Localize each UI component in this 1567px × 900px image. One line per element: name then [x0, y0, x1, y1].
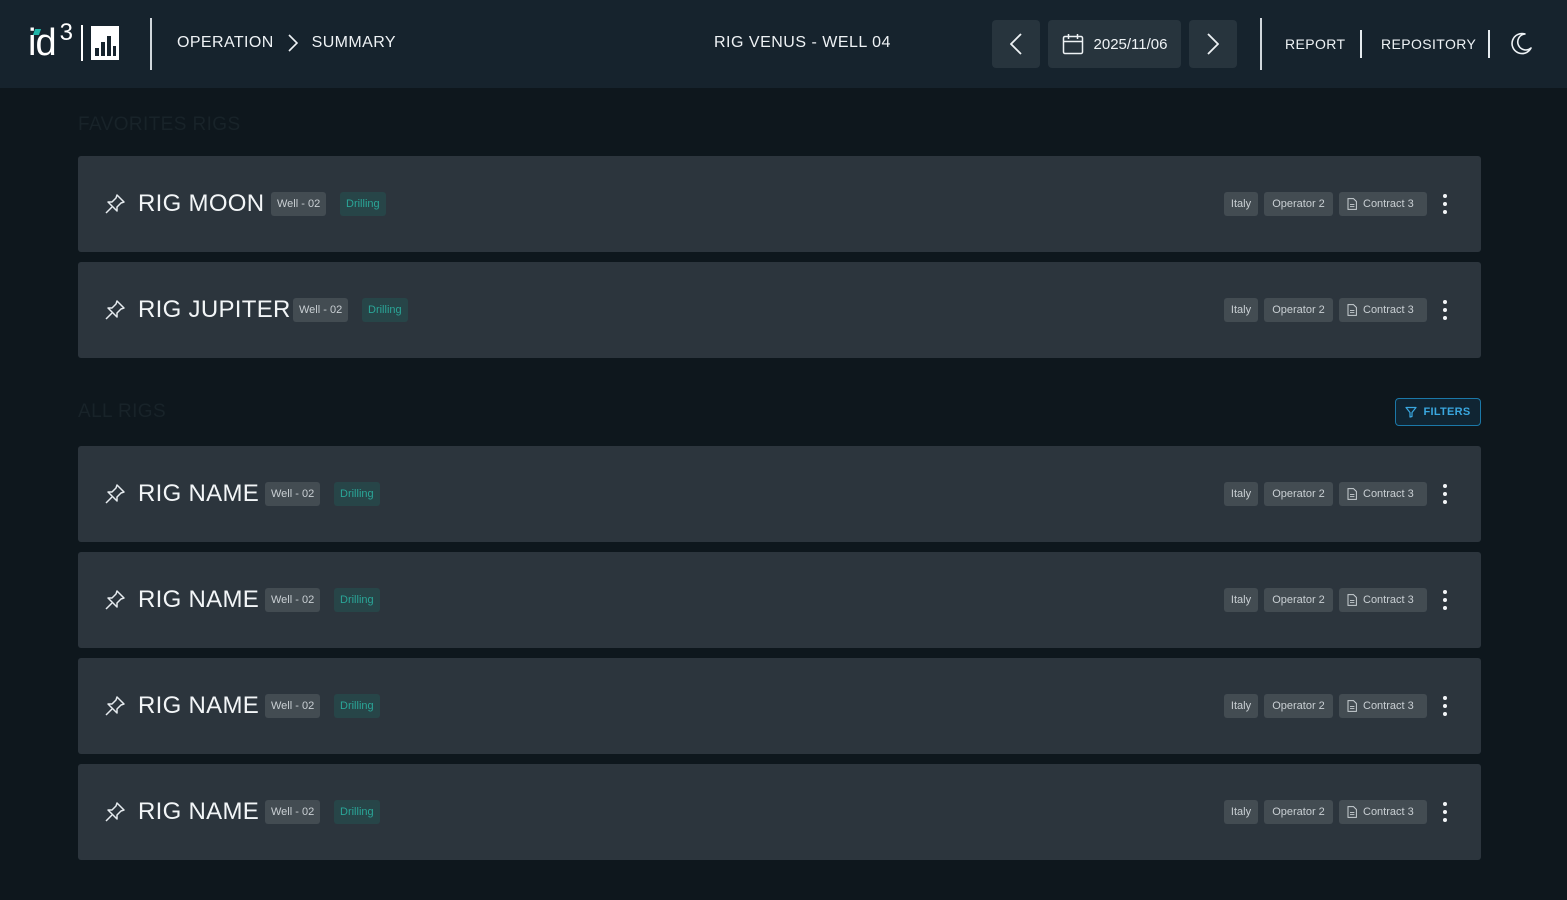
- header-divider: [150, 18, 152, 70]
- country-badge: Italy: [1224, 298, 1258, 322]
- rig-card[interactable]: RIG MOON Well - 02 Drilling Italy Operat…: [78, 156, 1481, 252]
- operator-badge: Operator 2: [1264, 298, 1333, 322]
- contract-label: Contract 3: [1363, 700, 1414, 712]
- well-badge: Well - 02: [271, 192, 327, 216]
- breadcrumb: OPERATION SUMMARY: [177, 34, 396, 52]
- well-badge: Well - 02: [265, 694, 321, 718]
- document-icon: [1347, 198, 1357, 210]
- document-icon: [1347, 488, 1357, 500]
- rig-card[interactable]: RIG NAME Well - 02 Drilling Italy Operat…: [78, 764, 1481, 860]
- more-vertical-icon[interactable]: [1442, 298, 1448, 322]
- rig-card[interactable]: RIG NAME Well - 02 Drilling Italy Operat…: [78, 446, 1481, 542]
- contract-label: Contract 3: [1363, 806, 1414, 818]
- contract-label: Contract 3: [1363, 488, 1414, 500]
- operator-badge: Operator 2: [1264, 694, 1333, 718]
- header-divider: [1260, 18, 1262, 70]
- date-label: 2025/11/06: [1093, 35, 1168, 53]
- status-badge: Drilling: [334, 482, 380, 506]
- contract-badge: Contract 3: [1339, 588, 1427, 612]
- header-link-divider: [1360, 30, 1362, 58]
- calendar-icon: [1062, 34, 1083, 55]
- more-vertical-icon[interactable]: [1442, 800, 1448, 824]
- pin-icon[interactable]: [104, 299, 126, 321]
- filters-button[interactable]: FILTERS: [1395, 398, 1481, 426]
- pin-icon[interactable]: [104, 193, 126, 215]
- rig-name[interactable]: RIG NAME: [138, 797, 259, 827]
- contract-label: Contract 3: [1363, 304, 1414, 316]
- contract-badge: Contract 3: [1339, 298, 1427, 322]
- report-link[interactable]: REPORT: [1285, 36, 1346, 52]
- favorites-section-title: FAVORITES RIGS: [78, 114, 241, 135]
- operator-badge: Operator 2: [1264, 588, 1333, 612]
- well-badge: Well - 02: [293, 298, 349, 322]
- document-icon: [1347, 594, 1357, 606]
- pin-icon[interactable]: [104, 589, 126, 611]
- contract-badge: Contract 3: [1339, 192, 1427, 216]
- country-badge: Italy: [1224, 192, 1258, 216]
- repository-link[interactable]: REPOSITORY: [1381, 36, 1476, 52]
- rig-name[interactable]: RIG NAME: [138, 691, 259, 721]
- chevron-left-icon: [1010, 33, 1022, 55]
- well-badge: Well - 02: [265, 482, 321, 506]
- breadcrumb-summary[interactable]: SUMMARY: [312, 34, 396, 52]
- rig-card[interactable]: RIG JUPITER Well - 02 Drilling Italy Ope…: [78, 262, 1481, 358]
- filter-icon: [1405, 406, 1418, 418]
- status-badge: Drilling: [362, 298, 408, 322]
- rig-name[interactable]: RIG JUPITER: [138, 295, 291, 325]
- pin-icon[interactable]: [104, 483, 126, 505]
- date-picker-button[interactable]: 2025/11/06: [1048, 20, 1181, 68]
- contract-badge: Contract 3: [1339, 694, 1427, 718]
- country-badge: Italy: [1224, 800, 1258, 824]
- operator-badge: Operator 2: [1264, 192, 1333, 216]
- header-link-divider: [1488, 30, 1490, 58]
- logo-text: id: [28, 22, 57, 64]
- app-logo[interactable]: id 3: [28, 19, 119, 64]
- chevron-right-icon: [1207, 33, 1219, 55]
- operator-badge: Operator 2: [1264, 800, 1333, 824]
- next-date-button[interactable]: [1189, 20, 1237, 68]
- more-vertical-icon[interactable]: [1442, 482, 1448, 506]
- status-badge: Drilling: [334, 588, 380, 612]
- well-badge: Well - 02: [265, 800, 321, 824]
- current-rig-title: RIG VENUS - WELL 04: [714, 34, 891, 51]
- top-bar: id 3 OPERATION SUMMARY RIG VENUS - WELL …: [0, 0, 1567, 88]
- filters-label: FILTERS: [1423, 406, 1471, 418]
- more-vertical-icon[interactable]: [1442, 192, 1448, 216]
- contract-badge: Contract 3: [1339, 800, 1427, 824]
- document-icon: [1347, 806, 1357, 818]
- well-badge: Well - 02: [265, 588, 321, 612]
- rig-card[interactable]: RIG NAME Well - 02 Drilling Italy Operat…: [78, 552, 1481, 648]
- country-badge: Italy: [1224, 694, 1258, 718]
- rig-name[interactable]: RIG MOON: [138, 189, 264, 219]
- rig-name[interactable]: RIG NAME: [138, 479, 259, 509]
- document-icon: [1347, 304, 1357, 316]
- pin-icon[interactable]: [104, 695, 126, 717]
- more-vertical-icon[interactable]: [1442, 694, 1448, 718]
- previous-date-button[interactable]: [992, 20, 1040, 68]
- logo-superscript: 3: [59, 19, 73, 46]
- rig-name[interactable]: RIG NAME: [138, 585, 259, 615]
- operator-badge: Operator 2: [1264, 482, 1333, 506]
- status-badge: Drilling: [334, 800, 380, 824]
- logo-chart-icon: [90, 26, 119, 60]
- moon-icon[interactable]: [1508, 31, 1534, 57]
- contract-label: Contract 3: [1363, 594, 1414, 606]
- all-rigs-section-title: ALL RIGS: [78, 401, 167, 422]
- more-vertical-icon[interactable]: [1442, 588, 1448, 612]
- chevron-right-icon: [288, 34, 298, 52]
- contract-badge: Contract 3: [1339, 482, 1427, 506]
- country-badge: Italy: [1224, 588, 1258, 612]
- rig-card[interactable]: RIG NAME Well - 02 Drilling Italy Operat…: [78, 658, 1481, 754]
- pin-icon[interactable]: [104, 801, 126, 823]
- country-badge: Italy: [1224, 482, 1258, 506]
- status-badge: Drilling: [334, 694, 380, 718]
- logo-divider: [80, 25, 83, 61]
- contract-label: Contract 3: [1363, 198, 1414, 210]
- status-badge: Drilling: [340, 192, 386, 216]
- document-icon: [1347, 700, 1357, 712]
- breadcrumb-operation[interactable]: OPERATION: [177, 34, 274, 52]
